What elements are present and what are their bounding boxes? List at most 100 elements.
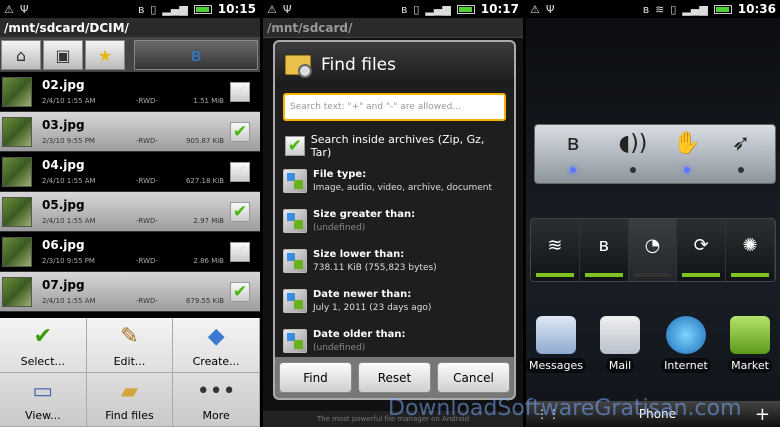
file-date: 2/3/10 9:55 PM xyxy=(42,256,95,265)
criterion-icon xyxy=(283,289,307,313)
app-messages[interactable]: Messages xyxy=(526,316,586,373)
bluetooth-toggle-icon[interactable]: ʙ xyxy=(553,131,593,156)
favorites-tab[interactable]: ★ xyxy=(85,40,125,70)
menu-select[interactable]: ✔ Select... xyxy=(0,318,87,373)
file-name: 07.jpg xyxy=(42,277,85,292)
search-criterion[interactable]: Size lower than: 738.11 KiB (755,823 byte… xyxy=(283,249,506,279)
audio-toggle-icon[interactable]: ◖)) xyxy=(613,131,653,156)
archive-checkbox[interactable]: ✔ xyxy=(285,136,305,156)
cancel-button[interactable]: Cancel xyxy=(437,362,510,393)
file-row[interactable]: 06.jpg 2/3/10 9:55 PM -RWD- 2.86 MiB ✔ xyxy=(0,232,260,272)
menu-edit[interactable]: ✎ Edit... xyxy=(86,318,174,373)
app-mail[interactable]: Mail xyxy=(590,316,650,373)
home-screen: ⚠ Ψ ʙ ≋ ▯ ▂▄▆ 10:36 ʙ ◖)) ✋ ➶ ≋ ʙ ◔ ⟳ ✺ Mess… xyxy=(526,0,780,427)
quick-settings-widget: ʙ ◖)) ✋ ➶ xyxy=(534,124,776,184)
grid-icon[interactable]: ⋮⋮ xyxy=(536,407,560,421)
gps-icon: ◔ xyxy=(644,235,661,256)
brightness-icon: ✺ xyxy=(742,235,758,256)
file-list: 02.jpg 2/4/10 1:55 AM -RWD- 1.51 MiB ✔ 03.jpg… xyxy=(0,72,260,312)
menu-more[interactable]: ••• More xyxy=(173,372,260,427)
app-label: Messages xyxy=(526,358,586,373)
file-checkbox[interactable]: ✔ xyxy=(230,81,250,102)
signal-icon: ▂▄▆ xyxy=(425,2,451,16)
file-row[interactable]: 02.jpg 2/4/10 1:55 AM -RWD- 1.51 MiB ✔ xyxy=(0,72,260,112)
pencil-icon: ✎ xyxy=(120,324,139,349)
criterion-value: July 1, 2011 (23 days ago) xyxy=(313,303,432,313)
market-icon xyxy=(730,316,770,354)
criterion-title: Date newer than: xyxy=(313,289,412,300)
file-size: 1.51 MiB xyxy=(193,96,224,105)
home-tab[interactable]: ⌂ xyxy=(1,40,41,70)
toggle-indicator xyxy=(682,273,721,277)
app-market[interactable]: Market xyxy=(720,316,780,373)
file-name: 06.jpg xyxy=(42,237,85,252)
file-row[interactable]: 05.jpg 2/4/10 1:55 AM -RWD- 2.97 MiB ✔ xyxy=(0,192,260,232)
search-criterion[interactable]: File type: Image, audio, video, archive, … xyxy=(283,169,506,199)
toggle-indicator xyxy=(536,273,574,277)
search-criterion[interactable]: Date newer than: July 1, 2011 (23 days ag… xyxy=(283,289,506,319)
status-bar: ⚠ Ψ ʙ ▯ ▂▄▆ 10:15 xyxy=(0,0,260,18)
device-tab[interactable]: ▣ xyxy=(43,40,83,70)
status-bar: ⚠ Ψ ʙ ≋ ▯ ▂▄▆ 10:36 xyxy=(526,0,780,18)
menu-label: Find files xyxy=(105,409,154,422)
bluetooth-tab[interactable]: ʙ xyxy=(134,40,258,70)
file-row[interactable]: 04.jpg 2/4/10 1:55 AM -RWD- 627.18 KiB ✔ xyxy=(0,152,260,192)
cube-icon: ◆ xyxy=(207,324,225,349)
image-thumbnail xyxy=(2,276,32,307)
clock: 10:15 xyxy=(217,2,256,16)
menu-label: Create... xyxy=(192,354,240,368)
file-permissions: -RWD- xyxy=(136,176,158,185)
sync-toggle[interactable]: ⟳ xyxy=(677,219,727,281)
wifi-toggle[interactable]: ≋ xyxy=(531,219,580,281)
dialog-title: Find files xyxy=(321,54,396,75)
wifi-icon: ≋ xyxy=(655,2,665,16)
file-row[interactable]: 03.jpg 2/3/10 9:55 PM -RWD- 905.87 KiB ✔ xyxy=(0,112,260,152)
toggle-indicator xyxy=(584,273,623,277)
add-icon[interactable]: + xyxy=(755,404,770,425)
brightness-toggle[interactable]: ✺ xyxy=(726,219,775,281)
phone-button[interactable]: Phone xyxy=(639,407,676,421)
file-row[interactable]: 07.jpg 2/4/10 1:55 AM -RWD- 679.55 KiB ✔ xyxy=(0,272,260,312)
battery-icon xyxy=(456,4,475,14)
file-checkbox[interactable]: ✔ xyxy=(230,201,250,222)
bluetooth-icon: ʙ xyxy=(598,235,609,256)
folder-search-icon xyxy=(285,54,312,78)
archive-option[interactable]: ✔ Search inside archives (Zip, Gz, Tar) xyxy=(283,133,506,159)
file-checkbox[interactable]: ✔ xyxy=(230,281,250,302)
criterion-value: 738.11 KiB (755,823 bytes) xyxy=(313,263,437,273)
reset-button[interactable]: Reset xyxy=(358,362,431,393)
criterion-text: Size greater than: (undefined) xyxy=(313,209,415,233)
file-checkbox[interactable]: ✔ xyxy=(230,121,250,142)
file-permissions: -RWD- xyxy=(136,216,158,225)
criterion-title: Size lower than: xyxy=(313,249,405,260)
gps-toggle[interactable]: ◔ xyxy=(628,219,678,281)
search-criterion[interactable]: Date older than: (undefined) xyxy=(283,329,506,359)
app-internet[interactable]: Internet xyxy=(656,316,716,373)
search-criterion[interactable]: Size greater than: (undefined) xyxy=(283,209,506,239)
image-thumbnail xyxy=(2,116,32,147)
find-button[interactable]: Find xyxy=(279,362,352,393)
menu-create[interactable]: ◆ Create... xyxy=(173,318,260,373)
file-permissions: -RWD- xyxy=(136,296,158,305)
menu-view[interactable]: ▭ View... xyxy=(0,372,87,427)
image-thumbnail xyxy=(2,156,32,187)
usb-icon: Ψ xyxy=(545,2,555,16)
search-text-input[interactable]: Search text: "+" and "-" are allowed... xyxy=(283,93,506,121)
find-files-dialog: Find files Search text: "+" and "-" are … xyxy=(273,40,516,400)
archive-label: Search inside archives (Zip, Gz, Tar) xyxy=(310,133,485,159)
favorites-star-icon: ★ xyxy=(97,45,113,65)
bluetooth-toggle[interactable]: ʙ xyxy=(580,219,629,281)
menu-label: View... xyxy=(25,409,61,422)
file-name: 04.jpg xyxy=(42,157,85,172)
cursor-toggle-icon[interactable]: ➶ xyxy=(721,131,761,156)
file-checkbox[interactable]: ✔ xyxy=(230,241,250,262)
device-icon: ▣ xyxy=(55,45,71,65)
file-info: 04.jpg 2/4/10 1:55 AM -RWD- 627.18 KiB xyxy=(36,152,230,192)
file-date: 2/3/10 9:55 PM xyxy=(42,136,95,145)
file-checkbox[interactable]: ✔ xyxy=(230,161,250,182)
menu-find-files[interactable]: ▰ Find files xyxy=(86,372,174,427)
hand-toggle-icon[interactable]: ✋ xyxy=(667,131,707,156)
criterion-value: Image, audio, video, archive, document xyxy=(313,183,493,193)
menu-label: Select... xyxy=(20,354,66,368)
usb-icon: Ψ xyxy=(19,2,29,16)
